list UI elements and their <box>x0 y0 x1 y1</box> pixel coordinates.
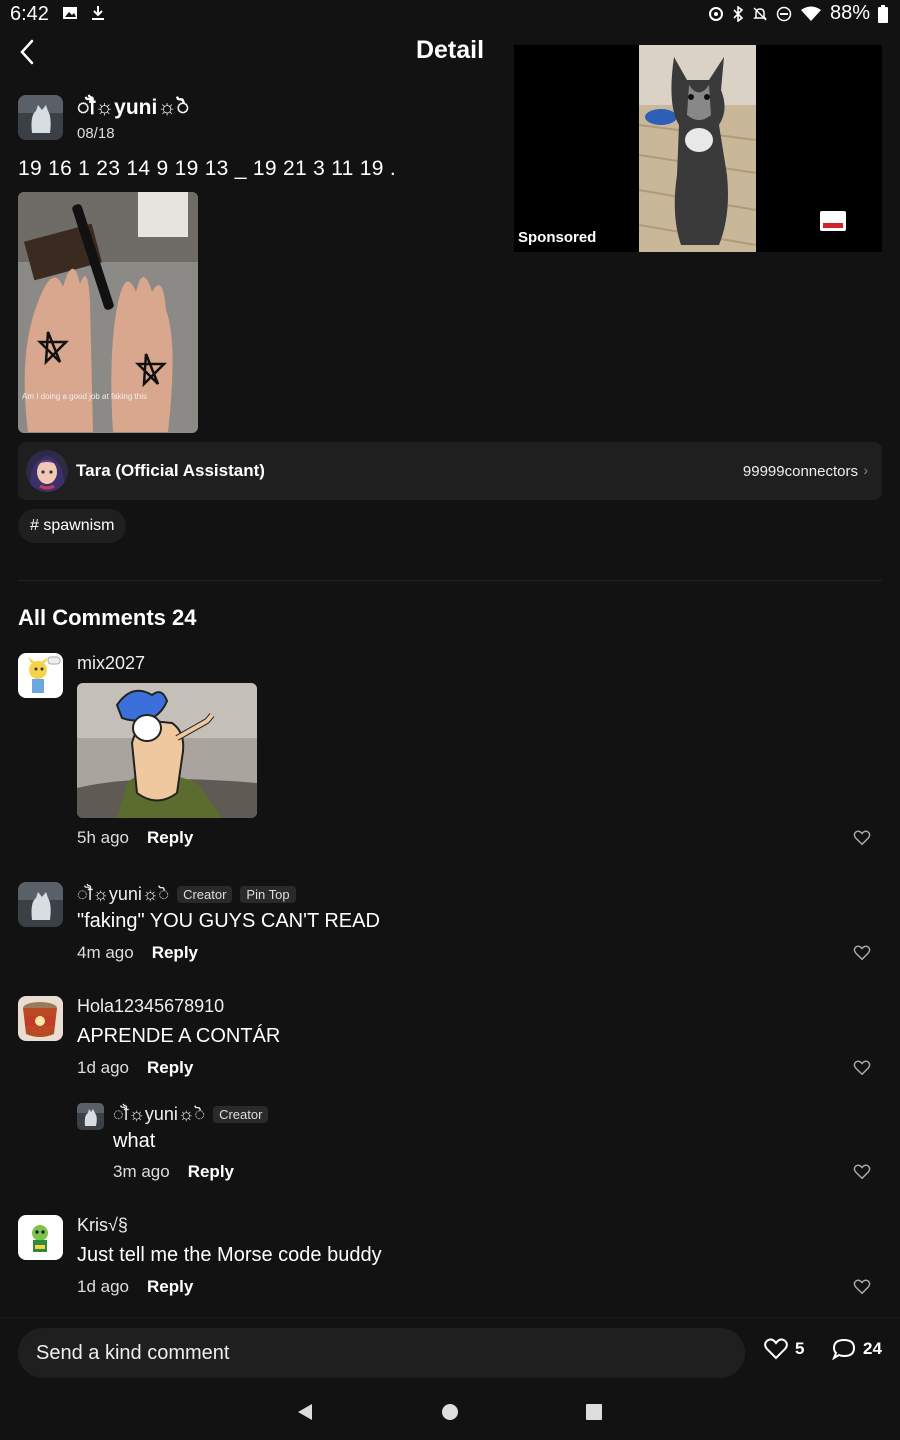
assistant-avatar <box>26 450 68 492</box>
reply-button[interactable]: Reply <box>147 1058 193 1078</box>
comment-username-text[interactable]: Kris√§ <box>77 1215 128 1236</box>
sync-icon <box>708 6 723 21</box>
comment-image[interactable] <box>77 683 257 818</box>
comment-time: 1d ago <box>77 1058 129 1077</box>
comment-count: 24 <box>863 1339 882 1358</box>
reply-meta: 3m ago Reply <box>113 1162 234 1182</box>
download-icon <box>92 6 104 20</box>
battery-percent: 88% <box>829 2 870 24</box>
hashtag-chip[interactable]: # spawnism <box>18 509 127 543</box>
comment-meta: 4m ago Reply <box>77 943 198 963</box>
chevron-right-icon: › <box>863 462 868 478</box>
heart-icon <box>764 1338 788 1360</box>
comments-count: 24 <box>172 605 197 630</box>
comment-text: APRENDE A CONTÁR <box>77 1025 281 1047</box>
assistant-bar[interactable]: Tara (Official Assistant) 99999connector… <box>18 442 882 500</box>
comment-username-text[interactable]: mix2027 <box>77 653 145 674</box>
creator-badge: Creator <box>213 1105 269 1123</box>
status-right: 88% <box>708 2 888 25</box>
post-date: 08/18 <box>77 125 115 142</box>
wifi-icon <box>800 6 821 21</box>
heart-icon[interactable] <box>853 944 871 962</box>
reply-button[interactable]: Reply <box>188 1162 234 1182</box>
speech-bubble-icon <box>832 1338 856 1360</box>
comment-time: 1d ago <box>77 1277 129 1296</box>
sponsored-ad[interactable]: Sponsored <box>514 45 882 252</box>
reply-button[interactable]: Reply <box>152 943 198 963</box>
like-count: 5 <box>795 1339 805 1358</box>
ad-brand-logo <box>820 211 846 231</box>
heart-icon[interactable] <box>853 1059 871 1077</box>
comment-text: "faking" YOU GUYS CAN'T READ <box>77 910 380 932</box>
reply-text: what <box>113 1130 156 1152</box>
nav-back-icon[interactable] <box>296 1402 314 1422</box>
divider <box>18 580 882 581</box>
comment-avatar[interactable] <box>18 996 63 1041</box>
creator-badge: Creator <box>177 885 233 903</box>
comments-heading-label: All Comments <box>18 605 166 630</box>
comment-time: 4m ago <box>77 943 134 962</box>
comment-username[interactable]: ॏ☼yuni☼ॆ Creator Pin Top <box>77 882 296 906</box>
post-author-name[interactable]: ॏ☼yuni☼ॆ <box>77 93 189 121</box>
comment-input[interactable]: Send a kind comment <box>18 1328 745 1378</box>
comment-meta: 1d ago Reply <box>77 1277 193 1297</box>
heart-icon[interactable] <box>853 1163 871 1181</box>
comment-avatar[interactable] <box>18 1215 63 1260</box>
heart-icon[interactable] <box>853 829 871 847</box>
comment-username[interactable]: mix2027 <box>77 653 145 674</box>
mute-icon <box>753 6 767 21</box>
sponsored-label: Sponsored <box>518 229 597 246</box>
status-bar: 6:42 88% <box>0 0 900 30</box>
status-time: 6:42 <box>10 3 49 25</box>
back-arrow-icon[interactable] <box>14 36 42 68</box>
reply-avatar[interactable] <box>77 1103 104 1130</box>
post-text: 19 16 1 23 14 9 19 13 _ 19 21 3 11 19 . <box>18 157 396 180</box>
dnd-icon <box>776 6 792 21</box>
battery-icon <box>878 4 888 23</box>
comment-meta: 1d ago Reply <box>77 1058 193 1078</box>
image-notification-icon <box>63 7 77 19</box>
comment-text: Just tell me the Morse code buddy <box>77 1244 382 1266</box>
reply-time: 3m ago <box>113 1162 170 1181</box>
comment-avatar[interactable] <box>18 882 63 927</box>
reply-button[interactable]: Reply <box>147 828 193 848</box>
post-image-caption: Am I doing a good job at faking this <box>22 392 147 401</box>
reply-username[interactable]: ॏ☼yuni☼ॆ Creator <box>113 1102 269 1126</box>
comment-username-text[interactable]: ॏ☼yuni☼ॆ <box>77 882 169 906</box>
pin-top-badge: Pin Top <box>240 885 296 903</box>
comment-username[interactable]: Kris√§ <box>77 1215 128 1236</box>
nav-recents-icon[interactable] <box>585 1402 603 1422</box>
comment-count-button[interactable]: 24 <box>832 1338 882 1360</box>
post-image[interactable]: Am I doing a good job at faking this <box>18 192 198 433</box>
heart-icon[interactable] <box>853 1278 871 1296</box>
reply-button[interactable]: Reply <box>147 1277 193 1297</box>
comment-username[interactable]: Hola12345678910 <box>77 996 224 1017</box>
nav-home-icon[interactable] <box>441 1402 459 1422</box>
comment-time: 5h ago <box>77 828 129 847</box>
assistant-community-link[interactable]: 99999connectors <box>743 463 858 480</box>
comment-meta: 5h ago Reply <box>77 828 193 848</box>
ad-dog-image <box>639 45 756 252</box>
like-count-button[interactable]: 5 <box>764 1338 804 1360</box>
bluetooth-icon <box>733 5 744 22</box>
comment-avatar[interactable] <box>18 653 63 698</box>
comment-username-text[interactable]: Hola12345678910 <box>77 996 224 1017</box>
assistant-name: Tara (Official Assistant) <box>76 461 265 480</box>
comments-heading: All Comments 24 <box>18 605 197 631</box>
reply-username-text[interactable]: ॏ☼yuni☼ॆ <box>113 1102 205 1126</box>
post-author-avatar[interactable] <box>18 95 63 140</box>
